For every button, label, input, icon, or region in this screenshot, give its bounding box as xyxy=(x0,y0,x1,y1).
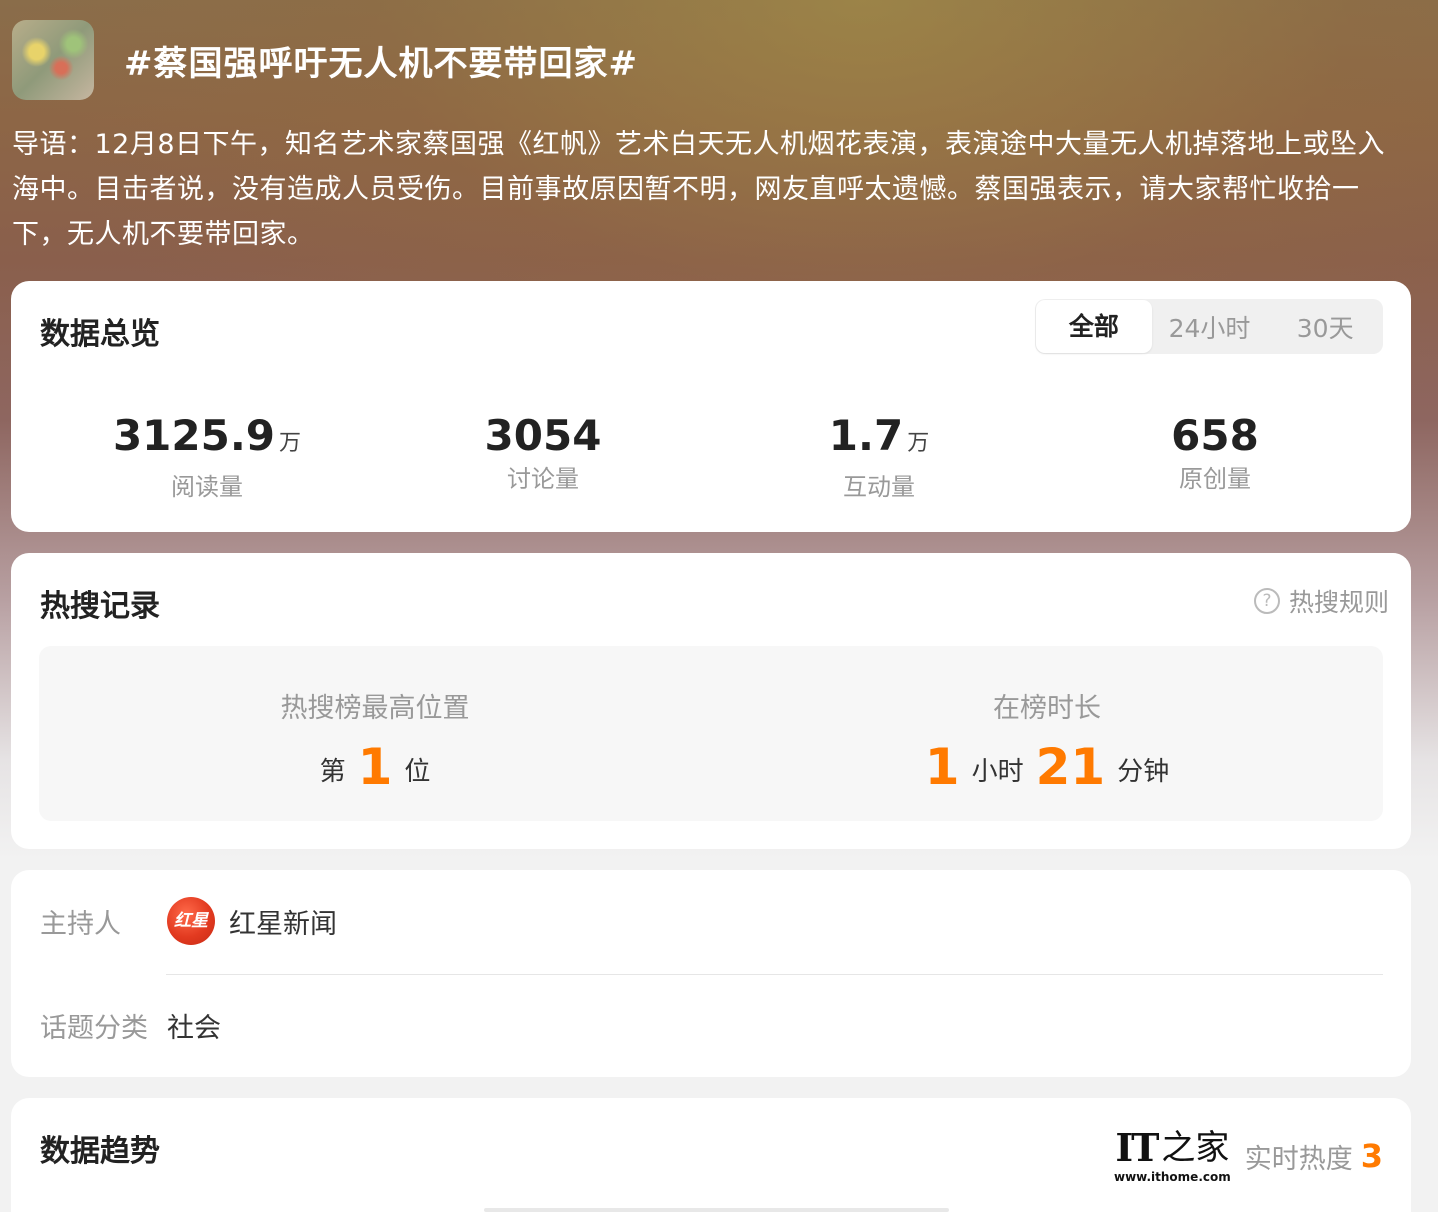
stat-originals-label: 原创量 xyxy=(1179,465,1251,493)
stat-reads: 3125.9 万 阅读量 xyxy=(39,411,375,503)
stat-reads-label: 阅读量 xyxy=(171,473,243,501)
trend-scroll-indicator[interactable] xyxy=(484,1208,949,1212)
peak-value: 1 xyxy=(357,738,393,796)
time-range-tabs: 全部 24小时 30天 xyxy=(1035,299,1383,354)
stats-row: 3125.9 万 阅读量 3054 讨论量 1.7 万 互动量 658 原创量 xyxy=(11,411,1411,503)
stat-originals-value: 658 xyxy=(1171,411,1259,460)
duration-hours: 1 xyxy=(924,738,960,796)
duration-hours-unit: 小时 xyxy=(971,757,1024,787)
realtime-heat-value: 3 xyxy=(1360,1137,1383,1175)
ithome-logo: IT xyxy=(1115,1125,1159,1170)
topic-intro: 导语：12月8日下午，知名艺术家蔡国强《红帆》艺术白天无人机烟花表演，表演途中大… xyxy=(12,129,1386,250)
trend-header-right: IT 之家 www.ithome.com 实时热度 3 xyxy=(1113,1125,1383,1185)
topic-info-card: 主持人 红星 红星新闻 话题分类 社会 xyxy=(11,870,1411,1077)
stat-interactions-value: 1.7 xyxy=(828,411,904,460)
tab-24h[interactable]: 24小时 xyxy=(1152,309,1268,345)
category-label: 话题分类 xyxy=(40,1013,148,1044)
stat-discussions-value: 3054 xyxy=(484,411,602,460)
ithome-logo-zh: 之家 xyxy=(1161,1128,1230,1168)
tab-all[interactable]: 全部 xyxy=(1036,300,1152,353)
stat-originals: 658 原创量 xyxy=(1047,411,1383,503)
stat-reads-unit: 万 xyxy=(279,431,302,456)
hot-search-rules-label: 热搜规则 xyxy=(1288,588,1389,617)
overview-title: 数据总览 xyxy=(40,317,160,352)
host-name[interactable]: 红星新闻 xyxy=(229,902,337,941)
ithome-watermark: IT 之家 www.ithome.com xyxy=(1113,1125,1231,1185)
trend-card: 数据趋势 IT 之家 www.ithome.com 实时热度 3 xyxy=(11,1098,1411,1212)
stat-interactions-label: 互动量 xyxy=(843,473,915,501)
topic-thumbnail[interactable] xyxy=(12,20,94,100)
duration-minutes: 21 xyxy=(1035,738,1106,796)
host-label: 主持人 xyxy=(40,908,121,940)
topic-page: #蔡国强呼吁无人机不要带回家# 导语：12月8日下午，知名艺术家蔡国强《红帆》艺… xyxy=(0,0,1438,1212)
question-circle-icon: ? xyxy=(1253,588,1280,614)
info-divider xyxy=(166,974,1383,975)
peak-suffix: 位 xyxy=(404,757,431,787)
tab-30d[interactable]: 30天 xyxy=(1267,309,1383,345)
stat-interactions: 1.7 万 互动量 xyxy=(711,411,1047,503)
peak-position: 热搜榜最高位置 第1位 xyxy=(39,646,711,821)
stat-discussions: 3054 讨论量 xyxy=(375,411,711,503)
host-row: 主持人 红星 红星新闻 xyxy=(40,897,337,945)
duration-label: 在榜时长 xyxy=(993,693,1101,724)
on-list-duration: 在榜时长 1 小时 21 分钟 xyxy=(711,646,1383,821)
realtime-heat-label: 实时热度 xyxy=(1244,1143,1353,1175)
peak-prefix: 第 xyxy=(319,757,346,787)
hot-search-summary: 热搜榜最高位置 第1位 在榜时长 1 小时 21 分钟 xyxy=(39,646,1383,821)
category-value[interactable]: 社会 xyxy=(167,1006,221,1045)
topic-title: #蔡国强呼吁无人机不要带回家# xyxy=(124,43,638,84)
host-logo[interactable]: 红星 xyxy=(167,897,215,945)
trend-title: 数据趋势 xyxy=(40,1134,160,1169)
ithome-url: www.ithome.com xyxy=(1113,1170,1231,1184)
hot-search-rules-link[interactable]: ? 热搜规则 xyxy=(1253,583,1389,619)
peak-position-label: 热搜榜最高位置 xyxy=(280,693,470,724)
overview-card: 数据总览 全部 24小时 30天 3125.9 万 阅读量 3054 讨论量 1.… xyxy=(11,281,1411,532)
hot-search-card: 热搜记录 ? 热搜规则 热搜榜最高位置 第1位 在榜时长 1 小时 21 分钟 xyxy=(11,553,1411,849)
topic-header: #蔡国强呼吁无人机不要带回家# xyxy=(12,20,638,100)
stat-discussions-label: 讨论量 xyxy=(507,465,579,493)
duration-minutes-unit: 分钟 xyxy=(1117,757,1170,787)
stat-reads-value: 3125.9 xyxy=(112,411,276,460)
category-row: 话题分类 社会 xyxy=(40,1006,221,1045)
hot-search-title: 热搜记录 xyxy=(40,589,160,624)
stat-interactions-unit: 万 xyxy=(907,431,930,456)
